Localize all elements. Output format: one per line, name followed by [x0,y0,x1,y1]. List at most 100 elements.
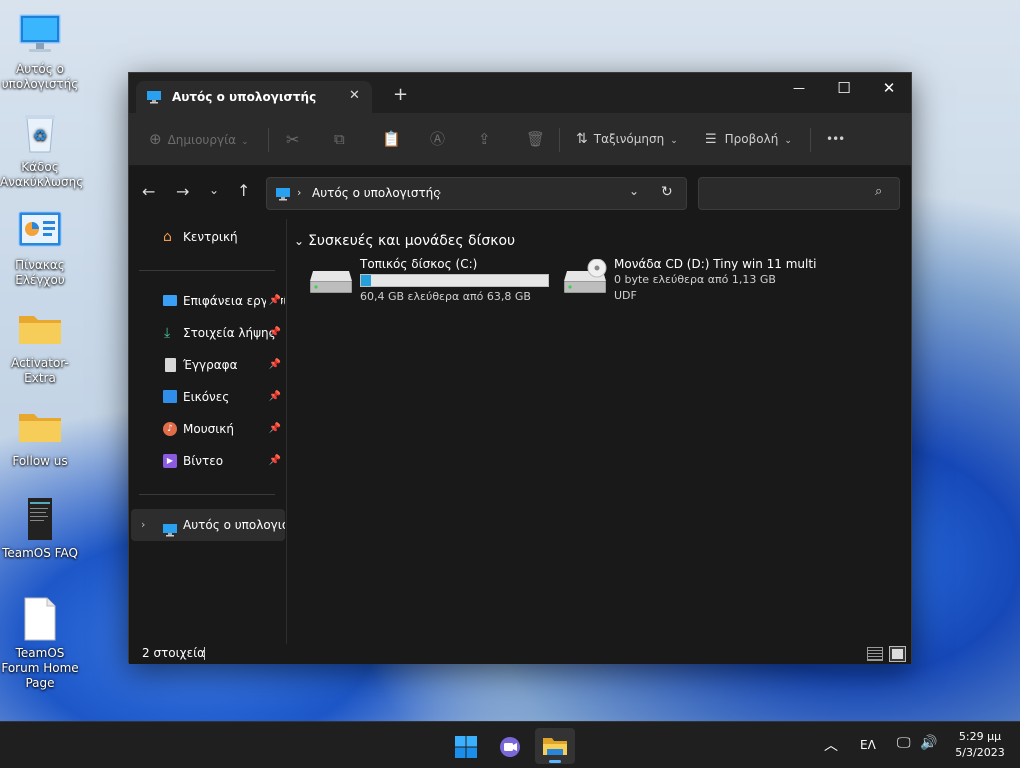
pin-icon[interactable]: 📌 [269,445,281,477]
language-indicator[interactable]: ΕΛ [860,738,876,752]
tab-this-pc[interactable]: Αυτός ο υπολογιστής ✕ [136,81,372,113]
active-app-indicator [549,760,561,763]
drive-free-space: 60,4 GB ελεύθερα από 63,8 GB [360,290,531,303]
monitor-icon [146,89,162,108]
title-bar: Αυτός ο υπολογιστής ✕ + — ☐ ✕ [129,73,911,113]
desktop-icon-activator-extra[interactable]: Activator-Extra [0,306,80,386]
pin-icon[interactable]: 📌 [269,349,281,381]
pin-icon[interactable]: 📌 [269,317,281,349]
sort-button[interactable]: ⇅ Ταξινόμηση ⌄ [576,113,678,166]
desktop-icon-teamos-forum[interactable]: TeamOS Forum Home Page [0,596,80,691]
new-tab-button[interactable]: + [393,84,408,105]
monitor-icon [275,186,291,205]
sidebar-item-label: Αυτός ο υπολογιστής [183,518,285,532]
sidebar-item-label: Στοιχεία λήψης [183,326,276,340]
desktop-icon-recycle-bin[interactable]: ♻ Κάδος Ανακύκλωσης [0,110,84,190]
delete-icon[interactable]: 🗑 [526,113,545,166]
sidebar-item-music[interactable]: ♪ Μουσική 📌 [131,413,285,445]
paste-icon[interactable]: 📋 [382,113,401,166]
details-view-icon[interactable] [867,647,883,661]
section-header[interactable]: ⌄ Συσκευές και μονάδες δίσκου [294,231,515,251]
sidebar-item-home[interactable]: ⌂ Κεντρική [131,221,285,253]
drive-name: Μονάδα CD (D:) Tiny win 11 multi [614,257,817,271]
sidebar-item-label: Έγγραφα [183,358,238,372]
search-input[interactable] [705,184,865,203]
breadcrumb-this-pc[interactable]: Αυτός ο υπολογιστής [312,186,440,200]
drive-item-d[interactable]: Μονάδα CD (D:) Tiny win 11 multi 0 byte … [561,257,851,309]
show-hidden-icons-chevron[interactable]: ︿ [824,735,838,755]
plus-circle-icon: ⊕ [149,130,162,148]
address-dropdown-icon[interactable]: ⌄ [629,184,639,198]
new-button[interactable]: ⊕ Δημιουργία ⌄ [149,113,249,166]
folder-icon [542,735,568,760]
view-button[interactable]: ☰ Προβολή ⌄ [705,113,792,166]
close-button[interactable]: ✕ [866,73,912,103]
chevron-down-icon: ⌄ [241,137,249,147]
search-icon[interactable]: ⌕ [875,184,882,199]
expand-chevron-icon[interactable]: › [141,509,145,541]
more-options-button[interactable]: ••• [826,113,845,166]
drive-item-c[interactable]: Τοπικός δίσκος (C:) 60,4 GB ελεύθερα από… [307,257,551,309]
clock-time: 5:29 μμ [958,730,1002,743]
up-arrow-icon[interactable]: ↑ [237,181,250,200]
volume-icon[interactable]: 🔊 [920,735,937,751]
cut-icon[interactable]: ✂ [286,113,299,166]
sidebar-item-label: Βίντεο [183,454,224,468]
desktop-icon-control-panel[interactable]: Πίνακας Ελέγχου [0,208,80,288]
start-button[interactable] [446,728,486,764]
pin-icon[interactable]: 📌 [269,413,281,445]
drive-name: Τοπικός δίσκος (C:) [360,257,478,271]
view-icon: ☰ [705,132,717,147]
sidebar-item-desktop[interactable]: Επιφάνεια εργασίας 📌 [131,285,285,317]
new-label: Δημιουργία [167,133,237,147]
navigation-pane: ⌂ Κεντρική Επιφάνεια εργασίας 📌 ⤓ Στοιχε… [129,219,287,644]
hard-drive-icon [309,267,353,298]
sidebar-item-downloads[interactable]: ⤓ Στοιχεία λήψης 📌 [131,317,285,349]
search-box[interactable]: ⌕ [698,177,900,210]
rename-icon[interactable]: Ⓐ [430,113,445,166]
desktop-icon-follow-us[interactable]: Follow us [0,404,80,469]
chevron-down-icon: ⌄ [784,136,792,146]
breadcrumb-chevron-icon: › [297,186,302,199]
navigation-bar: ← → ⌄ ↑ › Αυτός ο υπολογιστής › ⌄ ↻ ⌕ [129,167,911,219]
drive-filesystem: UDF [614,289,637,302]
folder-icon [17,404,63,450]
desktop-icon-this-pc[interactable]: Αυτός ο υπολογιστής [0,12,80,92]
breadcrumb-chevron-icon[interactable]: › [437,186,441,199]
file-explorer-taskbar-button[interactable] [535,728,575,764]
monitor-icon [17,12,63,58]
share-icon[interactable]: ⇪ [478,113,491,166]
content-pane: ⌄ Συσκευές και μονάδες δίσκου Τοπικός δίσ… [289,219,911,644]
music-icon: ♪ [163,422,177,436]
back-arrow-icon[interactable]: ← [142,182,155,201]
minimize-button[interactable]: — [776,73,822,103]
desktop-label: Πίνακας Ελέγχου [15,258,65,287]
refresh-icon[interactable]: ↻ [661,184,673,200]
desktop-icon-teamos-faq[interactable]: TeamOS FAQ [0,496,80,561]
network-icon[interactable]: 🖵 [897,735,911,751]
document-icon [17,496,63,542]
item-count: 2 στοιχεία [142,646,206,660]
pin-icon[interactable]: 📌 [269,381,281,413]
desktop-label: Κάδος Ανακύκλωσης [0,160,84,189]
home-icon: ⌂ [163,229,172,245]
video-icon: ▶ [163,454,177,468]
address-bar[interactable]: › Αυτός ο υπολογιστής › ⌄ ↻ [266,177,687,210]
forward-arrow-icon[interactable]: → [176,182,189,201]
pin-icon[interactable]: 📌 [265,285,281,317]
maximize-button[interactable]: ☐ [821,73,867,103]
teams-chat-button[interactable] [490,728,530,764]
copy-icon[interactable]: ⧉ [334,113,345,166]
download-icon: ⤓ [164,325,171,341]
recent-chevron-icon[interactable]: ⌄ [209,183,219,197]
taskbar: ︿ ΕΛ 🖵 🔊 5:29 μμ 5/3/2023 [0,721,1020,768]
sidebar-item-videos[interactable]: ▶ Βίντεο 📌 [131,445,285,477]
sidebar-item-pictures[interactable]: Εικόνες 📌 [131,381,285,413]
collapse-chevron-icon: ⌄ [294,234,305,248]
sidebar-item-this-pc[interactable]: › Αυτός ο υπολογιστής [131,509,285,541]
clock[interactable]: 5:29 μμ 5/3/2023 [945,729,1015,761]
tiles-view-icon[interactable] [889,646,906,662]
close-tab-icon[interactable]: ✕ [349,88,360,103]
sidebar-item-documents[interactable]: Έγγραφα 📌 [131,349,285,381]
control-panel-icon [17,208,63,254]
